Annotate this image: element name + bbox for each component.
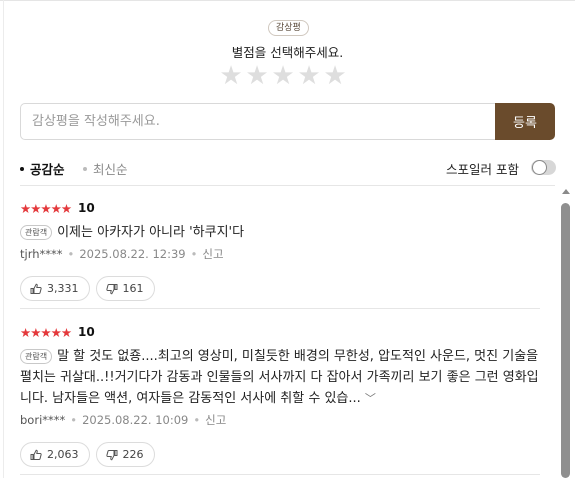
review-item: ★★★★★ 10 관람객 이제는 아카자가 아니라 '하쿠지'다 tjrh****… xyxy=(20,199,540,301)
review-stars: ★★★★★ xyxy=(20,324,72,340)
thumbs-up-icon xyxy=(30,449,42,460)
rating-star-selector: ★ ★ ★ ★ ★ xyxy=(218,62,348,90)
sort-by-likes-label: 공감순 xyxy=(30,162,65,177)
meta-separator-dot: • xyxy=(193,413,201,427)
review-score: 10 xyxy=(78,325,95,339)
sort-bar: 공감순 최신순 스포일러 포함 xyxy=(0,150,575,186)
review-body: 관람객 이제는 아카자가 아니라 '하쿠지'다 xyxy=(20,222,540,243)
dislike-count: 161 xyxy=(122,282,144,295)
review-date: 2025.08.22. 12:39 xyxy=(79,247,186,261)
sort-bullet xyxy=(83,166,87,171)
review-meta: tjrh**** • 2025.08.22. 12:39 • 신고 xyxy=(20,246,540,264)
review-user: bori**** xyxy=(20,413,66,427)
review-item: ★★★★★ 10 관람객 말 할 것도 없죵....최고의 영상미, 미칠듯한 배… xyxy=(20,323,540,467)
like-count: 2,063 xyxy=(47,448,79,461)
sort-by-latest-label: 최신순 xyxy=(93,162,128,177)
thumbs-down-icon xyxy=(105,449,117,460)
rating-star-5[interactable]: ★ xyxy=(322,62,348,90)
scrollbar-thumb[interactable] xyxy=(561,203,570,478)
like-button[interactable]: 2,063 xyxy=(20,442,90,467)
viewer-badge: 관람객 xyxy=(20,225,53,240)
review-write-section: 감상평 별점을 선택해주세요. ★ ★ ★ ★ ★ 등록 xyxy=(0,0,575,150)
review-text: 말 할 것도 없죵....최고의 영상미, 미칠듯한 배경의 무한성, 압도적인… xyxy=(20,349,539,406)
thumbs-down-icon xyxy=(105,283,117,294)
divider xyxy=(20,474,540,475)
review-actions: 3,331 161 xyxy=(20,276,540,301)
sort-bullet xyxy=(20,166,24,171)
like-count: 3,331 xyxy=(47,282,79,295)
report-link[interactable]: 신고 xyxy=(202,247,223,261)
review-rating: ★★★★★ 10 xyxy=(20,323,540,341)
rating-star-4[interactable]: ★ xyxy=(296,62,322,90)
review-write-badge: 감상평 xyxy=(268,20,309,36)
thumbs-up-icon xyxy=(30,283,42,294)
meta-separator-dot: • xyxy=(190,247,198,261)
rating-star-3[interactable]: ★ xyxy=(270,62,296,90)
like-button[interactable]: 3,331 xyxy=(20,276,90,301)
rating-prompt: 별점을 선택해주세요. xyxy=(231,45,344,60)
scroll-up-arrow-icon[interactable] xyxy=(562,189,570,194)
meta-separator-dot: • xyxy=(67,247,75,261)
review-list: ★★★★★ 10 관람객 이제는 아카자가 아니라 '하쿠지'다 tjrh****… xyxy=(0,186,560,478)
review-meta: bori**** • 2025.08.22. 10:09 • 신고 xyxy=(20,412,540,430)
review-date: 2025.08.22. 10:09 xyxy=(82,413,189,427)
review-rating: ★★★★★ 10 xyxy=(20,199,540,217)
report-link[interactable]: 신고 xyxy=(205,413,226,427)
review-user: tjrh**** xyxy=(20,247,63,261)
review-score: 10 xyxy=(78,201,95,215)
review-list-scrollbar[interactable] xyxy=(560,186,571,478)
dislike-count: 226 xyxy=(122,448,144,461)
expand-chevron-icon[interactable]: ﹀ xyxy=(365,392,376,405)
review-stars: ★★★★★ xyxy=(20,200,72,216)
review-body: 관람객 말 할 것도 없죵....최고의 영상미, 미칠듯한 배경의 무한성, 압… xyxy=(20,346,540,409)
dislike-button[interactable]: 226 xyxy=(95,442,155,467)
review-actions: 2,063 226 xyxy=(20,442,540,467)
rating-star-2[interactable]: ★ xyxy=(244,62,270,90)
review-text: 이제는 아카자가 아니라 '하쿠지'다 xyxy=(57,225,245,240)
viewer-badge: 관람객 xyxy=(20,349,53,364)
spoiler-label: 스포일러 포함 xyxy=(446,162,519,177)
dislike-button[interactable]: 161 xyxy=(95,276,155,301)
sort-by-likes[interactable]: 공감순 xyxy=(20,159,65,178)
rating-star-1[interactable]: ★ xyxy=(218,62,244,90)
submit-review-button[interactable]: 등록 xyxy=(495,103,555,140)
spoiler-toggle-knob xyxy=(532,160,547,175)
meta-separator-dot: • xyxy=(70,413,78,427)
review-input[interactable] xyxy=(20,103,496,140)
spoiler-toggle[interactable] xyxy=(531,160,556,175)
divider xyxy=(20,308,540,309)
sort-by-latest[interactable]: 최신순 xyxy=(83,159,128,178)
